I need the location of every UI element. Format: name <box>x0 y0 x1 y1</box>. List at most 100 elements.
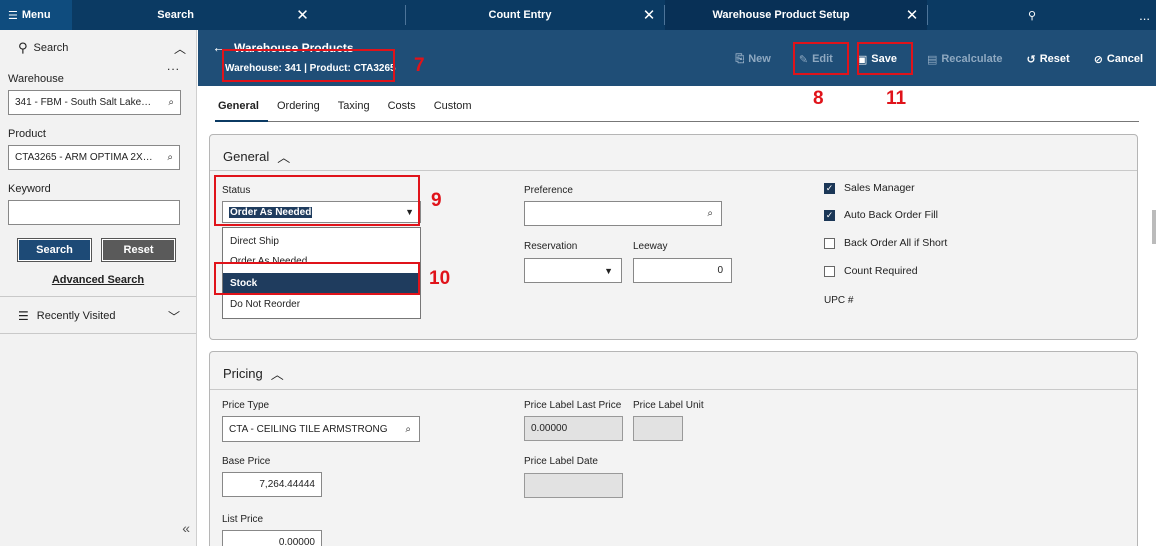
calculator-icon: ▤ <box>926 53 938 66</box>
dropdown-arrow-icon: ▼ <box>405 207 414 217</box>
status-label: Status <box>222 185 251 196</box>
back-order-all-if-short-label: Back Order All if Short <box>844 237 948 249</box>
recently-visited-toggle[interactable]: ☰ Recently Visited ﹀ <box>0 305 196 327</box>
status-option-stock[interactable]: Stock <box>223 273 420 293</box>
status-option-direct-ship[interactable]: Direct Ship <box>223 231 420 251</box>
reset-icon: ↺ <box>1026 53 1036 66</box>
base-price-label: Base Price <box>222 456 271 467</box>
pricing-section-title: Pricing <box>223 366 263 381</box>
product-field[interactable]: CTA3265 - ARM OPTIMA 2X… ⌕ <box>8 145 180 170</box>
tab-count-entry-label: Count Entry <box>488 9 552 21</box>
tab-costs[interactable]: Costs <box>379 100 425 122</box>
lookup-icon[interactable]: ⌕ <box>168 97 174 108</box>
header-actions: ⎘ New ✎ Edit ▣ Save ▤ Recalculate ↺ Rese… <box>726 50 1152 68</box>
lookup-icon[interactable]: ⌕ <box>707 208 713 219</box>
upc-label: UPC # <box>824 295 854 306</box>
tab-search[interactable]: Search <box>72 0 200 30</box>
vertical-scrollbar[interactable] <box>1152 210 1156 244</box>
list-price-input[interactable]: 0.00000 <box>222 530 322 546</box>
divider <box>0 333 196 334</box>
cancel-icon: ⊘ <box>1093 53 1103 66</box>
base-price-input[interactable]: 7,264.44444 <box>222 472 322 497</box>
more-tabs-icon[interactable]: ... <box>1136 0 1156 30</box>
search-panel-toggle[interactable]: ⚲ Search <box>18 40 68 56</box>
more-options-icon[interactable]: ... <box>167 59 180 73</box>
leeway-label: Leeway <box>633 241 668 252</box>
general-section-toggle[interactable]: General ︿ <box>223 147 290 166</box>
status-select[interactable]: Order As Needed ▼ <box>222 201 421 223</box>
list-price-label: List Price <box>222 514 264 525</box>
menu-button[interactable]: ☰ Menu <box>0 0 72 30</box>
reset-button[interactable]: Reset <box>101 238 176 262</box>
price-label-date-label: Price Label Date <box>524 456 598 467</box>
checkbox-checked-icon: ✓ <box>824 182 835 194</box>
general-section-title: General <box>223 149 270 164</box>
warehouse-field[interactable]: 341 - FBM - South Salt Lake… ⌕ <box>8 90 181 115</box>
hamburger-icon: ☰ <box>8 9 18 22</box>
cancel-button[interactable]: ⊘ Cancel <box>1085 50 1152 68</box>
list-icon: ☰ <box>18 309 29 323</box>
list-price-value: 0.00000 <box>278 537 315 546</box>
save-label: Save <box>871 53 897 65</box>
status-option-order-as-needed[interactable]: Order As Needed <box>223 255 420 263</box>
back-arrow-icon[interactable]: ← <box>212 39 226 55</box>
tab-count-entry[interactable]: Count Entry <box>406 0 634 30</box>
close-warehouse-product-setup-tab-icon[interactable]: ✕ <box>897 0 927 30</box>
tab-custom[interactable]: Custom <box>425 100 481 122</box>
reservation-select[interactable]: ▼ <box>524 258 622 283</box>
lookup-icon[interactable]: ⌕ <box>405 424 411 435</box>
status-select-value: Order As Needed <box>229 206 313 218</box>
search-button[interactable]: Search <box>17 238 92 262</box>
back-order-all-if-short-checkbox[interactable]: Back Order All if Short <box>824 237 947 249</box>
sales-manager-checkbox[interactable]: ✓ Sales Manager <box>824 182 915 194</box>
edit-label: Edit <box>812 53 833 65</box>
reset-header-button[interactable]: ↺ Reset <box>1018 50 1079 68</box>
price-label-date-field <box>524 473 623 498</box>
chevron-up-icon: ︿ <box>277 150 291 165</box>
chevron-up-icon: ︿ <box>270 367 284 382</box>
left-search-panel: ⚲ Search ︿ ... Warehouse 341 - FBM - Sou… <box>0 30 197 546</box>
preference-field[interactable]: ⌕ <box>524 201 722 226</box>
price-label-unit-label: Price Label Unit <box>633 400 704 411</box>
keyword-input[interactable] <box>8 200 180 225</box>
new-button[interactable]: ⎘ New <box>726 50 779 68</box>
leeway-input[interactable]: 0 <box>633 258 732 283</box>
base-price-value: 7,264.44444 <box>259 479 315 490</box>
auto-back-order-fill-checkbox[interactable]: ✓ Auto Back Order Fill <box>824 209 938 221</box>
product-label: Product <box>8 128 46 140</box>
close-search-tab-icon[interactable]: ✕ <box>200 0 405 30</box>
recently-visited-label: Recently Visited <box>36 310 116 322</box>
collapse-panel-icon[interactable]: « <box>182 520 190 536</box>
sales-manager-label: Sales Manager <box>844 182 915 194</box>
tab-taxing[interactable]: Taxing <box>329 100 379 122</box>
chevron-down-icon: ﹀ <box>167 309 180 324</box>
edit-button[interactable]: ✎ Edit <box>790 50 842 68</box>
tab-warehouse-product-setup[interactable]: Warehouse Product Setup <box>665 0 897 30</box>
leeway-value: 0 <box>717 265 723 276</box>
tab-general[interactable]: General <box>215 100 268 122</box>
preference-label: Preference <box>524 185 573 196</box>
tab-ordering[interactable]: Ordering <box>268 100 329 122</box>
keyword-label: Keyword <box>8 183 51 195</box>
price-label-last-price-value: 0.00000 <box>531 423 568 434</box>
price-label-unit-field <box>633 416 683 441</box>
pricing-section-toggle[interactable]: Pricing ︿ <box>223 364 284 383</box>
more-tabs-label: ... <box>1139 7 1150 23</box>
price-label-last-price-label: Price Label Last Price <box>524 400 622 411</box>
status-dropdown-list: Direct Ship Order As Needed Stock Do Not… <box>222 227 421 319</box>
global-search-tab[interactable]: ⚲ <box>928 0 1136 30</box>
count-required-checkbox[interactable]: Count Required <box>824 265 918 277</box>
status-option-do-not-reorder[interactable]: Do Not Reorder <box>223 294 420 314</box>
save-button[interactable]: ▣ Save <box>848 50 906 68</box>
floppy-icon: ▣ <box>856 53 868 66</box>
close-count-entry-tab-icon[interactable]: ✕ <box>634 0 664 30</box>
search-icon: ⚲ <box>1027 9 1037 22</box>
advanced-search-link[interactable]: Advanced Search <box>0 274 196 286</box>
search-panel-label: Search <box>33 42 69 54</box>
cancel-label: Cancel <box>1106 53 1143 65</box>
price-type-field[interactable]: CTA - CEILING TILE ARMSTRONG ⌕ <box>222 416 420 442</box>
annotation-number-9: 9 <box>431 190 442 211</box>
lookup-icon[interactable]: ⌕ <box>167 152 173 163</box>
tab-search-label: Search <box>157 9 194 21</box>
recalculate-button[interactable]: ▤ Recalculate <box>918 50 1012 68</box>
